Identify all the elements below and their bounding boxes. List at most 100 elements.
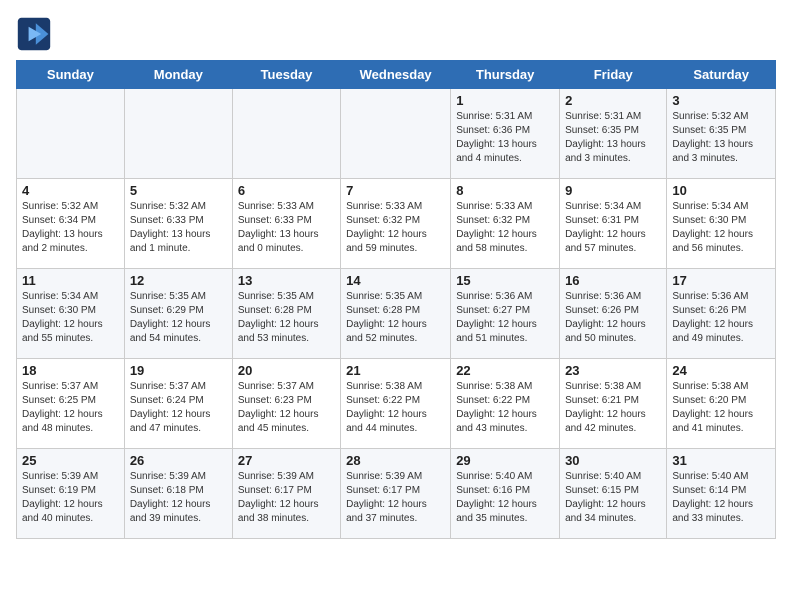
day-number: 27 xyxy=(238,453,335,468)
calendar-header: SundayMondayTuesdayWednesdayThursdayFrid… xyxy=(17,61,776,89)
day-number: 19 xyxy=(130,363,227,378)
week-row-4: 18 Sunrise: 5:37 AM Sunset: 6:25 PM Dayli… xyxy=(17,359,776,449)
calendar-cell: 18 Sunrise: 5:37 AM Sunset: 6:25 PM Dayli… xyxy=(17,359,125,449)
day-info: Sunrise: 5:37 AM Sunset: 6:25 PM Dayligh… xyxy=(22,380,119,436)
day-number: 6 xyxy=(238,183,335,198)
calendar-cell: 29Sunrise: 5:40 AM Sunset: 6:16 PM Dayli… xyxy=(451,449,560,539)
day-number: 7 xyxy=(346,183,445,198)
week-row-5: 25 Sunrise: 5:39 AM Sunset: 6:19 PM Dayli… xyxy=(17,449,776,539)
day-info: Sunrise: 5:35 AM Sunset: 6:28 PM Dayligh… xyxy=(346,290,445,346)
header-day-saturday: Saturday xyxy=(667,61,776,89)
day-number: 1 xyxy=(456,93,554,108)
day-info: Sunrise: 5:39 AM Sunset: 6:17 PM Dayligh… xyxy=(346,470,445,526)
calendar-cell: 21 Sunrise: 5:38 AM Sunset: 6:22 PM Dayli… xyxy=(341,359,451,449)
header-row: SundayMondayTuesdayWednesdayThursdayFrid… xyxy=(17,61,776,89)
day-info: Sunrise: 5:38 AM Sunset: 6:20 PM Dayligh… xyxy=(672,380,770,436)
day-number: 28 xyxy=(346,453,445,468)
day-info: Sunrise: 5:31 AM Sunset: 6:36 PM Dayligh… xyxy=(456,110,554,166)
day-number: 10 xyxy=(672,183,770,198)
day-info: Sunrise: 5:34 AM Sunset: 6:31 PM Dayligh… xyxy=(565,200,661,256)
calendar-cell: 9 Sunrise: 5:34 AM Sunset: 6:31 PM Daylig… xyxy=(560,179,667,269)
logo-icon xyxy=(16,16,52,52)
day-info: Sunrise: 5:32 AM Sunset: 6:33 PM Dayligh… xyxy=(130,200,227,256)
day-number: 18 xyxy=(22,363,119,378)
calendar-cell xyxy=(17,89,125,179)
week-row-1: 1 Sunrise: 5:31 AM Sunset: 6:36 PM Daylig… xyxy=(17,89,776,179)
header-day-friday: Friday xyxy=(560,61,667,89)
calendar-cell: 14 Sunrise: 5:35 AM Sunset: 6:28 PM Dayli… xyxy=(341,269,451,359)
day-number: 17 xyxy=(672,273,770,288)
day-number: 25 xyxy=(22,453,119,468)
calendar-cell: 25 Sunrise: 5:39 AM Sunset: 6:19 PM Dayli… xyxy=(17,449,125,539)
calendar-cell: 10 Sunrise: 5:34 AM Sunset: 6:30 PM Dayli… xyxy=(667,179,776,269)
day-info: Sunrise: 5:39 AM Sunset: 6:18 PM Dayligh… xyxy=(130,470,227,526)
day-info: Sunrise: 5:35 AM Sunset: 6:29 PM Dayligh… xyxy=(130,290,227,346)
day-info: Sunrise: 5:33 AM Sunset: 6:32 PM Dayligh… xyxy=(456,200,554,256)
calendar-cell: 30 Sunrise: 5:40 AM Sunset: 6:15 PM Dayli… xyxy=(560,449,667,539)
calendar-cell xyxy=(341,89,451,179)
day-info: Sunrise: 5:40 AM Sunset: 6:16 PM Dayligh… xyxy=(456,470,554,526)
day-info: Sunrise: 5:36 AM Sunset: 6:27 PM Dayligh… xyxy=(456,290,554,346)
day-info: Sunrise: 5:38 AM Sunset: 6:22 PM Dayligh… xyxy=(346,380,445,436)
day-number: 24 xyxy=(672,363,770,378)
day-info: Sunrise: 5:34 AM Sunset: 6:30 PM Dayligh… xyxy=(672,200,770,256)
day-number: 23 xyxy=(565,363,661,378)
day-number: 14 xyxy=(346,273,445,288)
day-number: 21 xyxy=(346,363,445,378)
day-number: 20 xyxy=(238,363,335,378)
day-info: Sunrise: 5:36 AM Sunset: 6:26 PM Dayligh… xyxy=(672,290,770,346)
calendar-cell: 1 Sunrise: 5:31 AM Sunset: 6:36 PM Daylig… xyxy=(451,89,560,179)
calendar-cell: 24 Sunrise: 5:38 AM Sunset: 6:20 PM Dayli… xyxy=(667,359,776,449)
day-info: Sunrise: 5:38 AM Sunset: 6:21 PM Dayligh… xyxy=(565,380,661,436)
day-info: Sunrise: 5:32 AM Sunset: 6:34 PM Dayligh… xyxy=(22,200,119,256)
day-info: Sunrise: 5:35 AM Sunset: 6:28 PM Dayligh… xyxy=(238,290,335,346)
day-number: 9 xyxy=(565,183,661,198)
day-info: Sunrise: 5:40 AM Sunset: 6:15 PM Dayligh… xyxy=(565,470,661,526)
calendar-cell: 8Sunrise: 5:33 AM Sunset: 6:32 PM Daylig… xyxy=(451,179,560,269)
calendar-cell: 26 Sunrise: 5:39 AM Sunset: 6:18 PM Dayli… xyxy=(124,449,232,539)
day-number: 30 xyxy=(565,453,661,468)
calendar-cell: 31Sunrise: 5:40 AM Sunset: 6:14 PM Dayli… xyxy=(667,449,776,539)
day-number: 2 xyxy=(565,93,661,108)
calendar-cell: 6 Sunrise: 5:33 AM Sunset: 6:33 PM Daylig… xyxy=(232,179,340,269)
day-number: 11 xyxy=(22,273,119,288)
calendar-cell xyxy=(124,89,232,179)
day-info: Sunrise: 5:33 AM Sunset: 6:32 PM Dayligh… xyxy=(346,200,445,256)
day-number: 15 xyxy=(456,273,554,288)
day-info: Sunrise: 5:38 AM Sunset: 6:22 PM Dayligh… xyxy=(456,380,554,436)
day-number: 26 xyxy=(130,453,227,468)
day-info: Sunrise: 5:39 AM Sunset: 6:19 PM Dayligh… xyxy=(22,470,119,526)
calendar-cell: 2 Sunrise: 5:31 AM Sunset: 6:35 PM Daylig… xyxy=(560,89,667,179)
calendar-cell: 19 Sunrise: 5:37 AM Sunset: 6:24 PM Dayli… xyxy=(124,359,232,449)
day-number: 31 xyxy=(672,453,770,468)
header-day-wednesday: Wednesday xyxy=(341,61,451,89)
page-header xyxy=(16,16,776,52)
day-number: 3 xyxy=(672,93,770,108)
day-number: 16 xyxy=(565,273,661,288)
day-number: 13 xyxy=(238,273,335,288)
day-info: Sunrise: 5:37 AM Sunset: 6:24 PM Dayligh… xyxy=(130,380,227,436)
day-info: Sunrise: 5:36 AM Sunset: 6:26 PM Dayligh… xyxy=(565,290,661,346)
calendar-cell: 15 Sunrise: 5:36 AM Sunset: 6:27 PM Dayli… xyxy=(451,269,560,359)
calendar-table: SundayMondayTuesdayWednesdayThursdayFrid… xyxy=(16,60,776,539)
header-day-tuesday: Tuesday xyxy=(232,61,340,89)
week-row-3: 11 Sunrise: 5:34 AM Sunset: 6:30 PM Dayli… xyxy=(17,269,776,359)
day-info: Sunrise: 5:39 AM Sunset: 6:17 PM Dayligh… xyxy=(238,470,335,526)
calendar-cell: 28 Sunrise: 5:39 AM Sunset: 6:17 PM Dayli… xyxy=(341,449,451,539)
calendar-cell: 27 Sunrise: 5:39 AM Sunset: 6:17 PM Dayli… xyxy=(232,449,340,539)
calendar-cell: 11 Sunrise: 5:34 AM Sunset: 6:30 PM Dayli… xyxy=(17,269,125,359)
calendar-cell: 7 Sunrise: 5:33 AM Sunset: 6:32 PM Daylig… xyxy=(341,179,451,269)
calendar-cell: 12 Sunrise: 5:35 AM Sunset: 6:29 PM Dayli… xyxy=(124,269,232,359)
day-info: Sunrise: 5:31 AM Sunset: 6:35 PM Dayligh… xyxy=(565,110,661,166)
day-info: Sunrise: 5:34 AM Sunset: 6:30 PM Dayligh… xyxy=(22,290,119,346)
day-info: Sunrise: 5:33 AM Sunset: 6:33 PM Dayligh… xyxy=(238,200,335,256)
calendar-cell: 3Sunrise: 5:32 AM Sunset: 6:35 PM Daylig… xyxy=(667,89,776,179)
day-number: 12 xyxy=(130,273,227,288)
day-number: 4 xyxy=(22,183,119,198)
week-row-2: 4 Sunrise: 5:32 AM Sunset: 6:34 PM Daylig… xyxy=(17,179,776,269)
calendar-body: 1 Sunrise: 5:31 AM Sunset: 6:36 PM Daylig… xyxy=(17,89,776,539)
day-info: Sunrise: 5:37 AM Sunset: 6:23 PM Dayligh… xyxy=(238,380,335,436)
calendar-cell: 20 Sunrise: 5:37 AM Sunset: 6:23 PM Dayli… xyxy=(232,359,340,449)
header-day-monday: Monday xyxy=(124,61,232,89)
calendar-cell xyxy=(232,89,340,179)
